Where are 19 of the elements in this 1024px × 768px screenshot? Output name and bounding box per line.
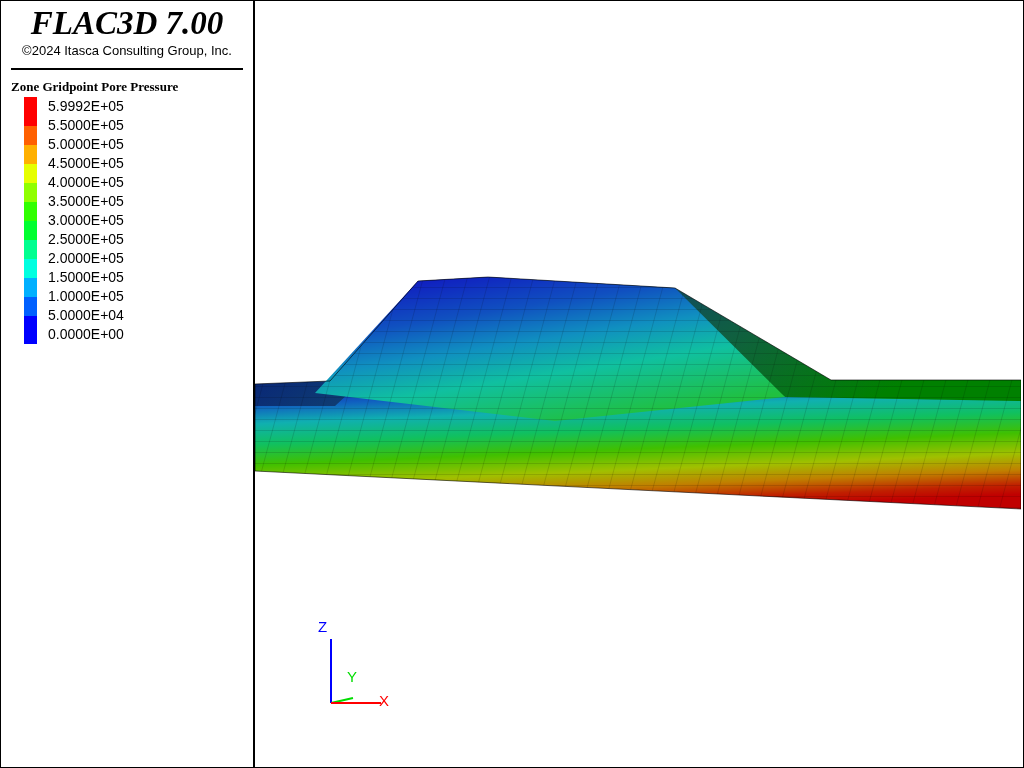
legend-label: 4.5000E+05 [48,154,124,173]
legend-label: 1.0000E+05 [48,287,124,306]
z-axis-label: Z [318,619,328,635]
x-axis-label: X [379,693,389,709]
legend-label: 0.0000E+00 [48,325,124,344]
legend-label: 3.0000E+05 [48,211,124,230]
app-title: FLAC3D 7.00 [29,4,225,43]
copyright-text: ©2024 Itasca Consulting Group, Inc. [21,43,233,58]
legend-label: 5.0000E+04 [48,306,124,325]
legend-label: 2.0000E+05 [48,249,124,268]
legend-label: 1.5000E+05 [48,268,124,287]
y-axis-label: Y [347,669,357,685]
legend-label: 2.5000E+05 [48,230,124,249]
legend-label: 5.9992E+05 [48,97,124,116]
legend-label: 5.5000E+05 [48,116,124,135]
legend-label: 4.0000E+05 [48,173,124,192]
legend-title: Zone Gridpoint Pore Pressure [11,79,180,95]
legend-label: 3.5000E+05 [48,192,124,211]
legend-label: 5.0000E+05 [48,135,124,154]
